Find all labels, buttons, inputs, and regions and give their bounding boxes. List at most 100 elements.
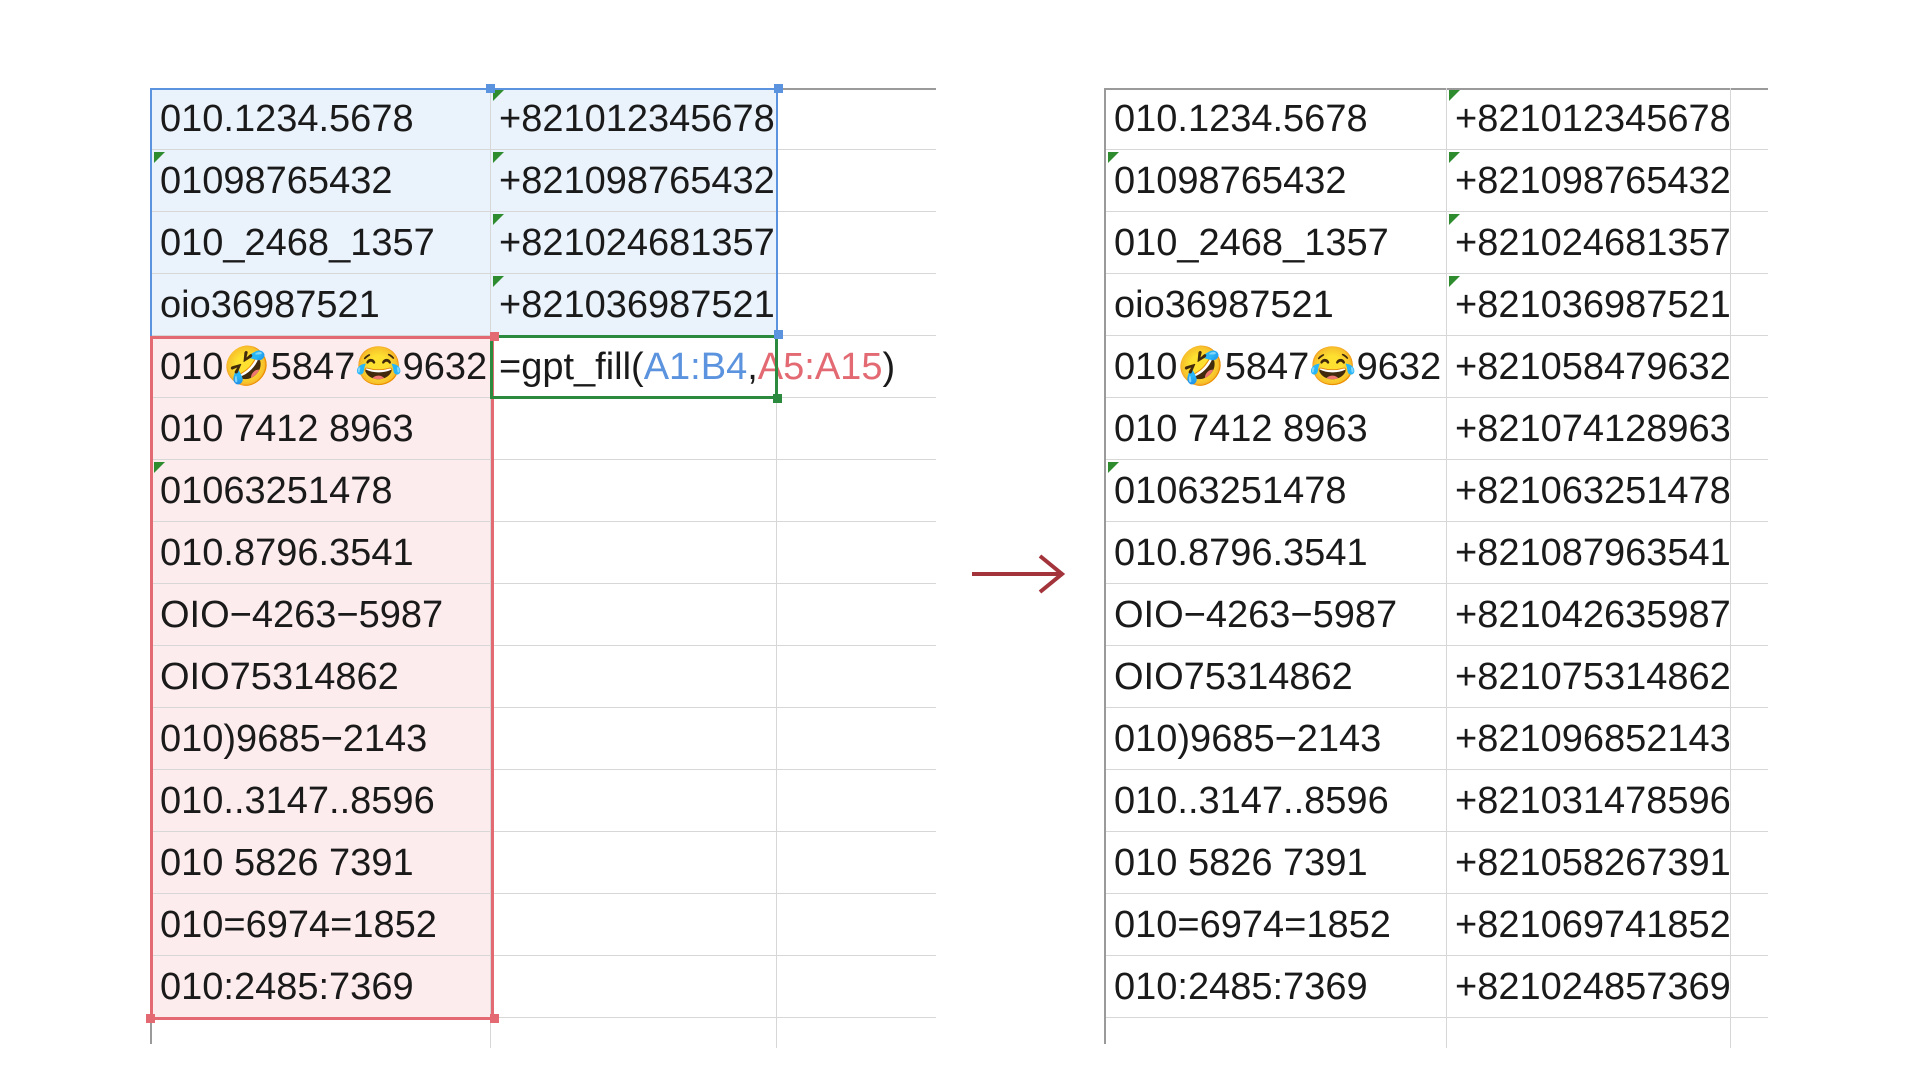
cell-text: 010:2485:7369 (160, 966, 414, 1008)
cell-b4[interactable]: +821036987521 (491, 274, 776, 336)
cell-b11[interactable] (491, 708, 776, 770)
cell-a14[interactable]: 010=6974=1852 (152, 894, 490, 956)
cell-a1[interactable]: 010.1234.5678 (152, 88, 490, 150)
cell-text: 010🤣5847😂9632 (1114, 346, 1442, 388)
cell-text: 01063251478 (160, 470, 393, 512)
cell-b15[interactable]: +821024857369 (1447, 956, 1731, 1018)
cell-a4[interactable]: oio36987521 (152, 274, 490, 336)
cell-b11[interactable]: +821096852143 (1447, 708, 1731, 770)
cell-text: 010_2468_1357 (160, 222, 435, 264)
cell-a2[interactable]: 01098765432 (1106, 150, 1446, 212)
cell-a7[interactable]: 01063251478 (1106, 460, 1446, 522)
cell-a15[interactable]: 010:2485:7369 (152, 956, 490, 1018)
cell-b10[interactable]: +821075314862 (1447, 646, 1731, 708)
cell-a11[interactable]: 010)9685−2143 (152, 708, 490, 770)
cell-b9[interactable]: +821042635987 (1447, 584, 1731, 646)
cell-text: oio36987521 (160, 284, 380, 326)
cell-b6[interactable] (491, 398, 776, 460)
cell-a5[interactable]: 010🤣5847😂9632 (1106, 336, 1446, 398)
cell-b9[interactable] (491, 584, 776, 646)
cell-text: +821042635987 (1455, 594, 1731, 636)
cell-text: 010 7412 8963 (160, 408, 414, 450)
cell-text: 010..3147..8596 (160, 780, 435, 822)
cell-text: +821012345678 (1455, 98, 1731, 140)
cell-a3[interactable]: 010_2468_1357 (1106, 212, 1446, 274)
cell-a15[interactable]: 010:2485:7369 (1106, 956, 1446, 1018)
cell-text: 010)9685−2143 (160, 718, 428, 760)
selection-handle[interactable] (490, 1014, 499, 1023)
cell-a9[interactable]: OIO−4263−5987 (152, 584, 490, 646)
cell-a13[interactable]: 010 5826 7391 (1106, 832, 1446, 894)
selection-handle[interactable] (773, 394, 782, 403)
cell-a2[interactable]: 01098765432 (152, 150, 490, 212)
cell-b15[interactable] (491, 956, 776, 1018)
cell-b7[interactable]: +821063251478 (1447, 460, 1731, 522)
cell-b6[interactable]: +821074128963 (1447, 398, 1731, 460)
cell-text: +821036987521 (499, 284, 775, 326)
selection-handle[interactable] (146, 1014, 155, 1023)
selection-handle[interactable] (486, 84, 495, 93)
cell-text: 010🤣5847😂9632 (160, 346, 488, 388)
cell-b4[interactable]: +821036987521 (1447, 274, 1731, 336)
cell-b14[interactable] (491, 894, 776, 956)
cell-text: +821074128963 (1455, 408, 1731, 450)
cell-b13[interactable] (491, 832, 776, 894)
cell-b12[interactable] (491, 770, 776, 832)
note-marker-icon (1108, 462, 1119, 473)
cell-a8[interactable]: 010.8796.3541 (1106, 522, 1446, 584)
row-divider (152, 1017, 936, 1018)
cell-text: 010)9685−2143 (1114, 718, 1382, 760)
cell-b13[interactable]: +821058267391 (1447, 832, 1731, 894)
formula-prefix: =gpt_fill( (499, 346, 644, 388)
cell-a10[interactable]: OIO75314862 (1106, 646, 1446, 708)
cell-text: 010.1234.5678 (1114, 98, 1368, 140)
cell-a4[interactable]: oio36987521 (1106, 274, 1446, 336)
cell-text: +821058479632 (1455, 346, 1731, 388)
cell-a1[interactable]: 010.1234.5678 (1106, 88, 1446, 150)
cell-b14[interactable]: +821069741852 (1447, 894, 1731, 956)
cell-text: +821031478596 (1455, 780, 1731, 822)
cell-a7[interactable]: 01063251478 (152, 460, 490, 522)
cell-b1[interactable]: +821012345678 (491, 88, 776, 150)
cell-a6[interactable]: 010 7412 8963 (152, 398, 490, 460)
cell-a12[interactable]: 010..3147..8596 (1106, 770, 1446, 832)
note-marker-icon (493, 152, 504, 163)
cell-a9[interactable]: OIO−4263−5987 (1106, 584, 1446, 646)
cell-b3[interactable]: +821024681357 (491, 212, 776, 274)
right-arrow-icon (972, 554, 1066, 594)
selection-handle[interactable] (774, 84, 783, 93)
cell-text: OIO75314862 (160, 656, 399, 698)
cell-b2[interactable]: +821098765432 (491, 150, 776, 212)
cell-text: OIO−4263−5987 (1114, 594, 1398, 636)
note-marker-icon (154, 462, 165, 473)
cell-text: 01098765432 (160, 160, 393, 202)
cell-b10[interactable] (491, 646, 776, 708)
cell-a13[interactable]: 010 5826 7391 (152, 832, 490, 894)
formula-cell-b5[interactable]: =gpt_fill(A1:B4,A5:A15) (491, 336, 895, 398)
cell-b2[interactable]: +821098765432 (1447, 150, 1731, 212)
selection-handle[interactable] (774, 330, 783, 339)
cell-a8[interactable]: 010.8796.3541 (152, 522, 490, 584)
cell-a6[interactable]: 010 7412 8963 (1106, 398, 1446, 460)
cell-b12[interactable]: +821031478596 (1447, 770, 1731, 832)
cell-a14[interactable]: 010=6974=1852 (1106, 894, 1446, 956)
cell-a10[interactable]: OIO75314862 (152, 646, 490, 708)
selection-handle[interactable] (490, 332, 499, 341)
cell-b8[interactable]: +821087963541 (1447, 522, 1731, 584)
cell-a11[interactable]: 010)9685−2143 (1106, 708, 1446, 770)
cell-b3[interactable]: +821024681357 (1447, 212, 1731, 274)
cell-text: 010=6974=1852 (160, 904, 437, 946)
note-marker-icon (154, 152, 165, 163)
cell-b8[interactable] (491, 522, 776, 584)
cell-a12[interactable]: 010..3147..8596 (152, 770, 490, 832)
cell-b1[interactable]: +821012345678 (1447, 88, 1731, 150)
cell-text: +821069741852 (1455, 904, 1731, 946)
column-b-divider (776, 88, 777, 1048)
cell-text: +821024857369 (1455, 966, 1731, 1008)
cell-text: 010=6974=1852 (1114, 904, 1391, 946)
cell-b7[interactable] (491, 460, 776, 522)
cell-a3[interactable]: 010_2468_1357 (152, 212, 490, 274)
cell-b5[interactable]: +821058479632 (1447, 336, 1731, 398)
cell-a5[interactable]: 010🤣5847😂9632 (152, 336, 490, 398)
note-marker-icon (1449, 214, 1460, 225)
